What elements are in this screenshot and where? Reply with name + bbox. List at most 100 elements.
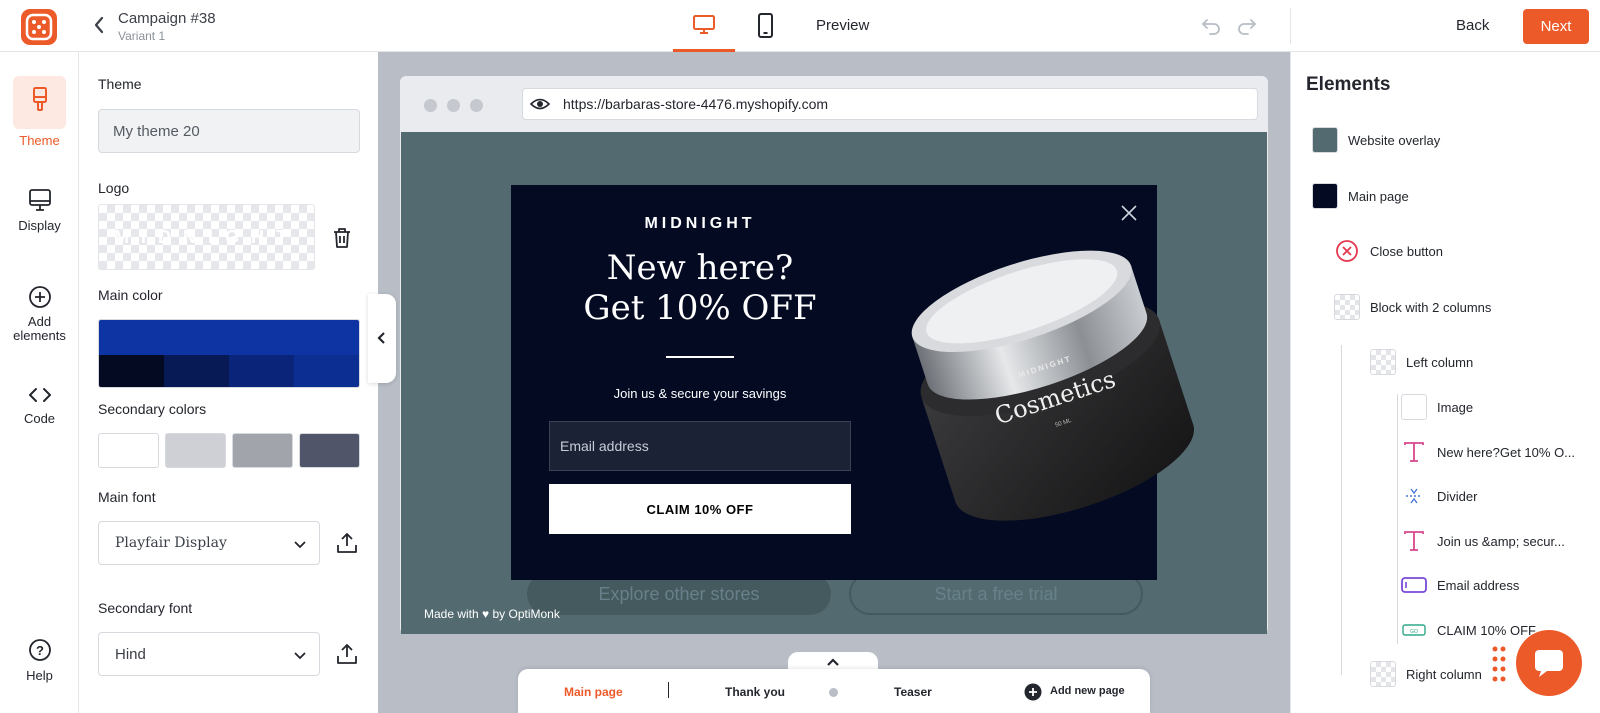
top-bar [0, 0, 1600, 52]
desktop-view-button[interactable] [673, 0, 735, 52]
element-subtext[interactable]: Join us &amp; secur... [1401, 528, 1565, 554]
main-color-swatch [99, 320, 359, 355]
color-swatch [1312, 183, 1338, 209]
email-field[interactable]: Email address [549, 421, 851, 471]
element-label: Block with 2 columns [1370, 299, 1492, 315]
code-icon [28, 388, 51, 402]
collapse-panel-button[interactable] [368, 294, 396, 383]
app-logo-icon[interactable] [20, 8, 58, 46]
add-new-page-button[interactable]: Add new page [1050, 685, 1125, 697]
element-right-column[interactable]: Right column [1370, 661, 1482, 687]
shade-swatch[interactable] [99, 355, 164, 387]
secondary-color-swatch[interactable] [165, 433, 226, 468]
popup-brand-logo[interactable]: MIDNIGHT [640, 215, 760, 233]
theme-name-field[interactable]: My theme 20 [98, 109, 360, 153]
element-email-input[interactable]: Email address [1401, 572, 1519, 598]
add-page-icon[interactable] [1024, 683, 1042, 701]
page-tabs: Main page Thank you Teaser Add new page [518, 669, 1150, 713]
variant-name: Variant 1 [118, 29, 166, 43]
upload-font-icon[interactable] [335, 531, 359, 555]
secondary-color-swatch[interactable] [232, 433, 293, 468]
popup-headline[interactable]: New here? Get 10% OFF [580, 248, 820, 328]
tab-main-page[interactable]: Main page [564, 685, 623, 699]
element-label: Website overlay [1348, 132, 1441, 148]
display-icon [28, 189, 51, 211]
window-dots [424, 99, 494, 113]
rail-help[interactable]: ? Help [0, 638, 79, 683]
element-website-overlay[interactable]: Website overlay [1312, 127, 1440, 153]
campaign-title: Campaign #38 [118, 10, 216, 27]
chevron-up-icon [827, 658, 839, 666]
help-icon: ? [28, 639, 51, 661]
redo-icon[interactable] [1236, 16, 1258, 36]
element-label: Join us &amp; secur... [1437, 533, 1565, 549]
made-with-credit: Made with ♥ by OptiMonk [424, 607, 560, 621]
svg-text:?: ? [36, 643, 44, 658]
logo-preview-text: MIDNIGHT [114, 227, 299, 247]
shade-swatch[interactable] [294, 355, 359, 387]
divider-icon [1406, 488, 1422, 504]
close-icon[interactable] [1120, 204, 1138, 222]
element-block[interactable]: Block with 2 columns [1334, 294, 1491, 320]
rail-display[interactable]: Display [0, 188, 79, 233]
headline-line: Get 10% OFF [583, 288, 817, 328]
undo-icon[interactable] [1200, 16, 1222, 36]
rail-add-elements[interactable]: Add elements [0, 285, 79, 343]
mobile-view-icon[interactable] [752, 13, 778, 39]
shade-swatch[interactable] [164, 355, 229, 387]
popup-subtext[interactable]: Join us & secure your savings [580, 386, 820, 401]
trash-icon[interactable] [331, 226, 353, 250]
checker-icon [1370, 349, 1396, 375]
element-main-page[interactable]: Main page [1312, 183, 1409, 209]
drag-handle-icon[interactable] [1492, 646, 1506, 682]
cosmetics-jar-image[interactable]: MIDNIGHT Cosmetics 50 ML [890, 240, 1195, 540]
popup-divider[interactable] [666, 356, 734, 358]
paintbrush-icon [32, 86, 47, 111]
divider [1290, 8, 1291, 44]
text-icon [1404, 442, 1424, 462]
tab-separator [668, 682, 669, 698]
main-color-picker[interactable] [98, 319, 360, 388]
color-swatch [1312, 127, 1338, 153]
shade-swatch[interactable] [229, 355, 294, 387]
svg-text:GO: GO [1410, 629, 1418, 635]
tab-dot [829, 688, 838, 697]
element-image[interactable]: Image [1401, 394, 1473, 420]
claim-button[interactable]: CLAIM 10% OFF [549, 484, 851, 534]
main-font-select[interactable]: Playfair Display [98, 521, 320, 565]
theme-label: Theme [98, 76, 142, 92]
preview-button[interactable]: Preview [816, 17, 869, 34]
secondary-colors [98, 433, 360, 468]
element-left-column[interactable]: Left column [1370, 349, 1473, 375]
chevron-left-icon [377, 332, 385, 344]
button-icon: GO [1402, 624, 1426, 636]
rail-code[interactable]: Code [0, 385, 79, 426]
element-label: Left column [1406, 354, 1474, 370]
rail-theme[interactable]: Theme [0, 76, 79, 148]
logo-upload[interactable]: MIDNIGHT [98, 204, 315, 270]
secondary-colors-label: Secondary colors [98, 401, 207, 417]
next-button[interactable]: Next [1523, 9, 1589, 44]
checker-icon [1334, 294, 1360, 320]
chevron-down-icon [294, 652, 306, 660]
secondary-font-select[interactable]: Hind [98, 632, 320, 676]
secondary-color-swatch[interactable] [98, 433, 159, 468]
input-icon [1401, 577, 1427, 593]
image-icon [1401, 394, 1427, 420]
back-button[interactable]: Back [1456, 17, 1489, 34]
element-label: Image [1437, 399, 1474, 415]
eye-icon [530, 98, 550, 110]
element-divider[interactable]: Divider [1401, 483, 1477, 509]
secondary-color-swatch[interactable] [299, 433, 360, 468]
chat-button[interactable] [1516, 630, 1582, 696]
element-claim-button[interactable]: GO CLAIM 10% OFF [1401, 617, 1536, 643]
rail-help-label: Help [26, 668, 53, 683]
element-close-button[interactable]: Close button [1334, 238, 1443, 264]
back-chevron-icon[interactable] [92, 14, 106, 36]
upload-font-icon[interactable] [335, 642, 359, 666]
element-label: Email address [1437, 577, 1520, 593]
element-headline-text[interactable]: New here?Get 10% O... [1401, 439, 1575, 465]
tab-thank-you[interactable]: Thank you [725, 685, 785, 699]
tab-teaser[interactable]: Teaser [894, 685, 932, 699]
element-label: Close button [1370, 243, 1443, 259]
